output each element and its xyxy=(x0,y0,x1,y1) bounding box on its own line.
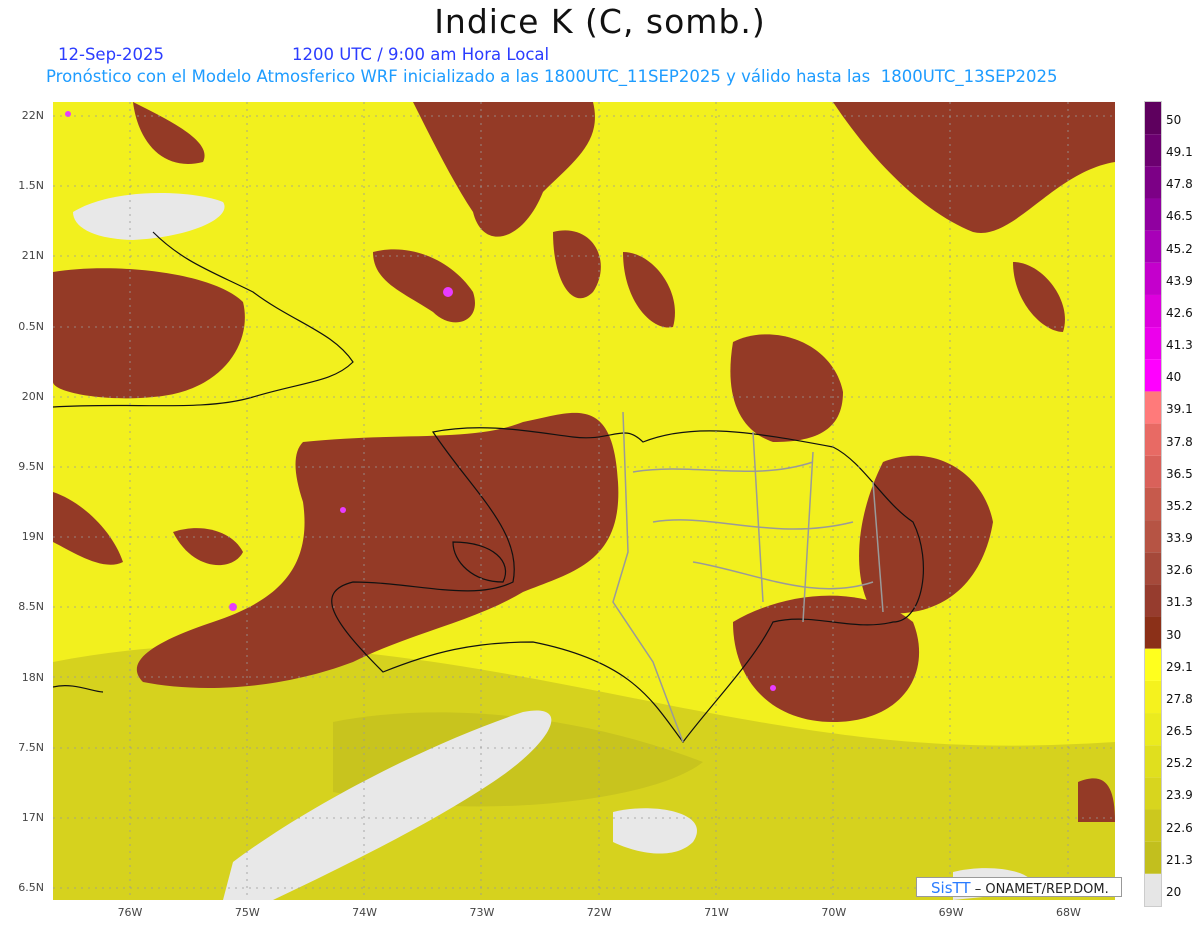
colorbar-swatch xyxy=(1145,391,1161,424)
lat-label: 17N xyxy=(21,811,44,824)
colorbar-swatch xyxy=(1145,359,1161,392)
colorbar-label: 39.1 xyxy=(1166,402,1193,417)
lon-label: 75W xyxy=(234,906,260,919)
lat-label: 8.5N xyxy=(18,600,44,614)
colorbar-swatch xyxy=(1145,520,1161,553)
colorbar-label: 46.5 xyxy=(1166,209,1193,224)
colorbar-swatch xyxy=(1145,166,1161,199)
colorbar-swatch xyxy=(1145,487,1161,521)
colorbar-label: 35.2 xyxy=(1166,498,1193,513)
colorbar-swatch xyxy=(1145,616,1161,649)
colorbar-swatch xyxy=(1145,327,1161,360)
colorbar-swatch xyxy=(1145,809,1161,842)
credit-box: SisTT – ONAMET/REP.DOM. xyxy=(916,877,1122,897)
colorbar-label: 29.1 xyxy=(1166,659,1193,674)
colorbar-label: 50 xyxy=(1166,113,1182,127)
colorbar-swatch xyxy=(1145,680,1161,714)
lat-label: 21N xyxy=(21,249,44,263)
lat-label: 22N xyxy=(21,109,44,122)
colorbar-label: 30 xyxy=(1166,627,1182,642)
colorbar-label: 33.9 xyxy=(1166,531,1193,546)
colorbar-swatch xyxy=(1145,262,1161,295)
lon-label: 68W xyxy=(1055,906,1081,919)
map-title: Indice K (C, somb.) xyxy=(434,2,766,41)
credit-brand: SisTT xyxy=(931,879,971,897)
lat-label: 20N xyxy=(21,389,44,403)
colorbar-swatch xyxy=(1145,713,1161,746)
colorbar-swatch xyxy=(1145,552,1161,585)
colorbar-label: 32.6 xyxy=(1166,563,1193,578)
colorbar-label: 26.5 xyxy=(1166,724,1193,739)
forecast-description: Pronóstico con el Modelo Atmosferico WRF… xyxy=(46,67,1058,86)
colorbar-swatch xyxy=(1145,841,1161,874)
colorbar-label: 21.3 xyxy=(1166,852,1193,867)
colorbar-swatch xyxy=(1145,648,1161,681)
lat-label: 7.5N xyxy=(18,740,44,754)
colorbar-swatch xyxy=(1145,294,1161,328)
lon-label: 74W xyxy=(352,906,378,919)
colorbar-label: 37.8 xyxy=(1166,434,1193,449)
colorbar-label: 47.8 xyxy=(1166,177,1193,192)
colorbar-label: 25.2 xyxy=(1166,756,1193,771)
colorbar-label: 22.6 xyxy=(1166,820,1193,835)
colorbar-swatch xyxy=(1145,134,1161,167)
lon-label: 76W xyxy=(117,906,143,919)
colorbar-label: 31.3 xyxy=(1166,595,1193,610)
colorbar-label: 27.8 xyxy=(1166,691,1193,706)
colorbar-swatch xyxy=(1145,455,1161,488)
colorbar-label: 49.1 xyxy=(1166,145,1193,160)
lat-label: 9.5N xyxy=(18,460,44,473)
lon-label: 72W xyxy=(586,906,612,919)
colorbar-label: 23.9 xyxy=(1166,788,1193,803)
colorbar-label: 36.5 xyxy=(1166,466,1193,481)
k-index-map xyxy=(53,102,1115,900)
lat-label: 6.5N xyxy=(18,881,44,895)
forecast-time: 1200 UTC / 9:00 am Hora Local xyxy=(292,45,550,64)
lat-label: 0.5N xyxy=(18,319,44,333)
colorbar-swatch xyxy=(1145,584,1161,617)
lon-label: 70W xyxy=(821,906,847,919)
colorbar xyxy=(1144,101,1162,907)
lat-label: 1.5N xyxy=(18,179,44,193)
forecast-date: 12-Sep-2025 xyxy=(58,45,164,64)
colorbar-swatch xyxy=(1145,230,1161,263)
colorbar-label: 41.3 xyxy=(1166,338,1193,353)
colorbar-label: 20 xyxy=(1166,884,1182,899)
colorbar-label: 45.2 xyxy=(1166,241,1193,256)
credit-text: – ONAMET/REP.DOM. xyxy=(970,882,1109,897)
colorbar-swatch xyxy=(1145,745,1161,778)
lat-label: 18N xyxy=(21,670,44,684)
lon-label: 71W xyxy=(704,906,729,919)
colorbar-swatch xyxy=(1145,102,1161,135)
colorbar-label: 40 xyxy=(1166,370,1182,385)
lon-label: 73W xyxy=(469,906,495,919)
lon-label: 69W xyxy=(938,906,964,919)
colorbar-label: 42.6 xyxy=(1166,305,1193,320)
colorbar-swatch xyxy=(1145,198,1161,231)
lat-label: 19N xyxy=(21,530,44,544)
colorbar-swatch xyxy=(1145,423,1161,456)
colorbar-swatch xyxy=(1145,777,1161,810)
colorbar-swatch xyxy=(1145,873,1161,906)
colorbar-label: 43.9 xyxy=(1166,273,1193,288)
